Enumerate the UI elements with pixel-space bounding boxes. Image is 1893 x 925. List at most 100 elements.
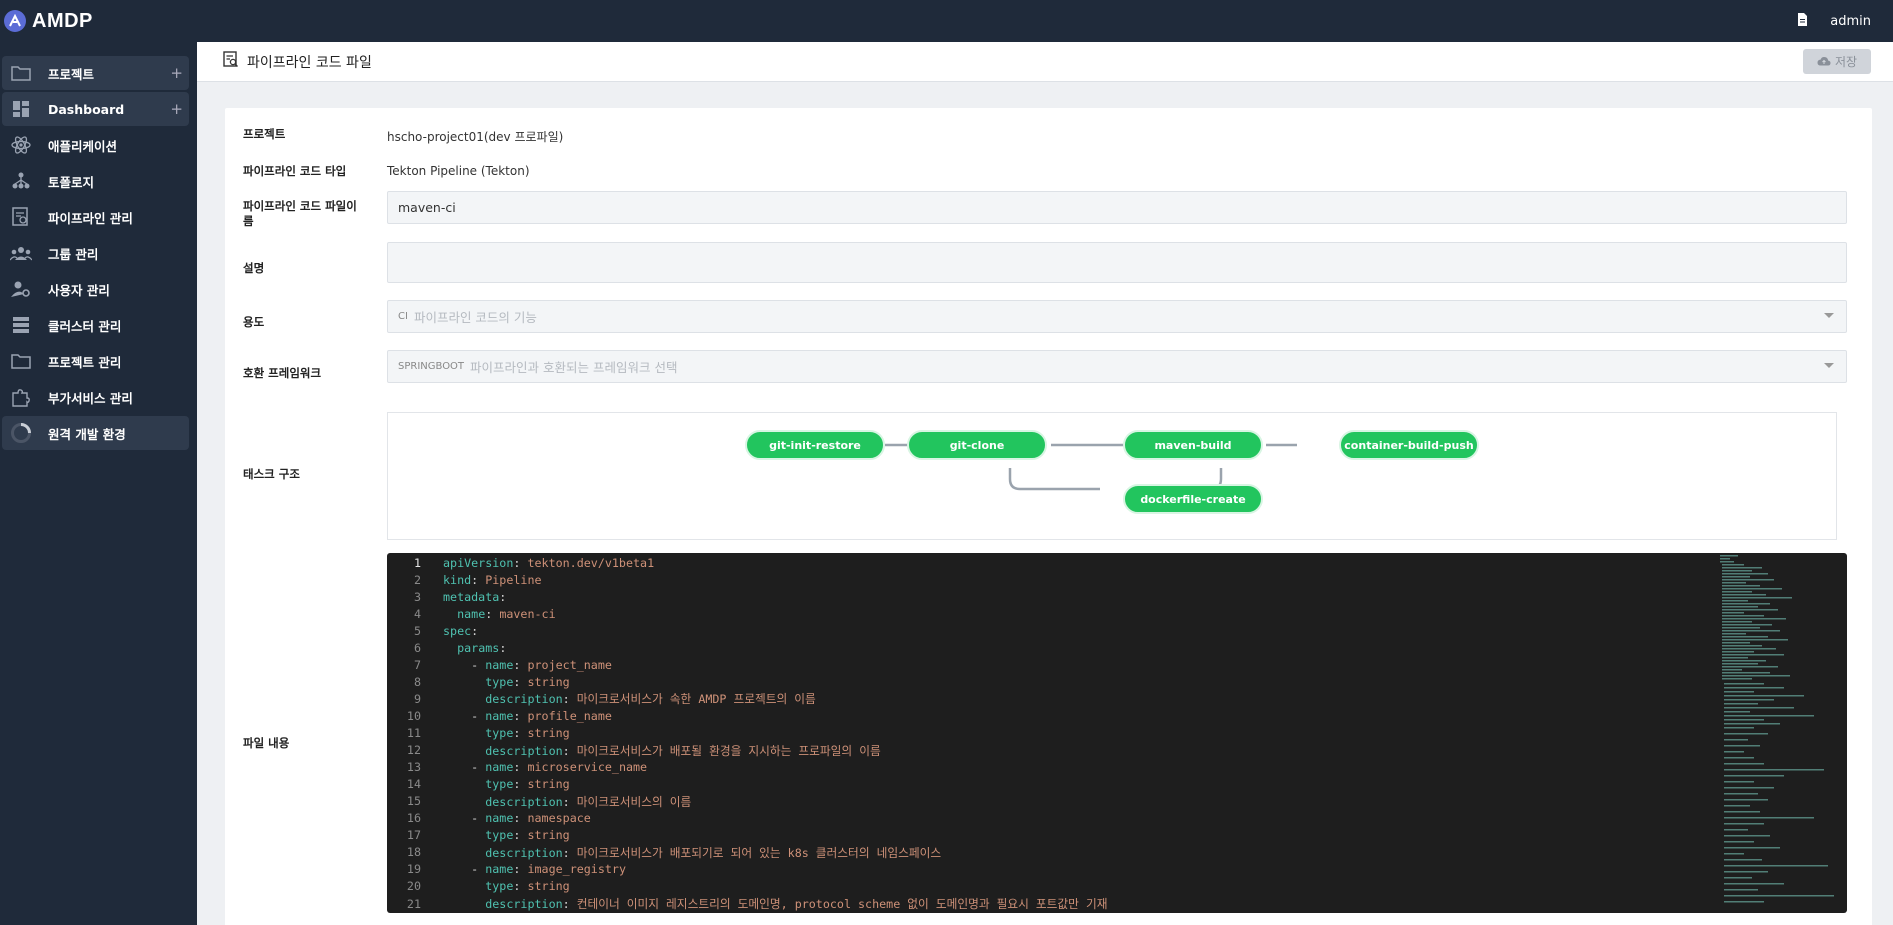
sidebar-item-project[interactable]: 프로젝트 + [2, 56, 189, 90]
yaml-key: name [485, 657, 514, 672]
sidebar-item-label: Dashboard [48, 101, 125, 117]
document-icon[interactable] [1797, 12, 1808, 30]
code-line[interactable]: 7 - name: project_name [387, 656, 1712, 673]
code-text: - name: microservice_name [443, 760, 648, 775]
code-line[interactable]: 14 type: string [387, 776, 1712, 793]
code-type-value: Tekton Pipeline (Tekton) [387, 164, 530, 178]
code-line[interactable]: 12 description: 마이크로서비스가 배포될 환경을 지시하는 프로… [387, 742, 1712, 759]
yaml-value: project_name [527, 657, 612, 672]
framework-select[interactable]: SPRINGBOOT 파이프라인과 호환되는 프레임워크 선택 [387, 350, 1847, 383]
code-line[interactable]: 16 - name: namespace [387, 810, 1712, 827]
line-number: 2 [413, 572, 421, 587]
sidebar-item-addon[interactable]: 부가서비스 관리 [2, 380, 189, 414]
description-label: 설명 [243, 261, 265, 275]
task-node-container-build-push[interactable]: container-build-push [1339, 430, 1479, 460]
sidebar-item-group[interactable]: 그룹 관리 [2, 236, 189, 270]
yaml-key: kind [443, 572, 472, 587]
sidebar-item-label: 애플리케이션 [48, 138, 118, 154]
code-editor[interactable]: 1 apiVersion: tekton.dev/v1beta1 2 kind: Pi… [387, 553, 1847, 913]
sidebar-item-remote-dev[interactable]: 원격 개발 환경 [2, 416, 189, 450]
code-line[interactable]: 6 params: [387, 639, 1712, 656]
usage-label: 용도 [243, 315, 265, 329]
line-number: 20 [406, 879, 421, 894]
code-line[interactable]: 21 description: 컨테이너 이미지 레지스트리의 도메인명, pr… [387, 895, 1712, 912]
code-text: metadata: [443, 589, 514, 604]
folder-icon [10, 62, 32, 84]
yaml-value: namespace [527, 811, 591, 826]
line-number: 5 [413, 623, 421, 638]
code-text: apiVersion: tekton.dev/v1beta1 [443, 555, 655, 570]
description-input[interactable] [387, 242, 1847, 283]
yaml-value: 마이크로서비스의 이름 [576, 794, 692, 809]
task-node-dockerfile-create[interactable]: dockerfile-create [1123, 484, 1263, 514]
file-name-label: 파이프라인 코드 파일이름 [243, 199, 357, 228]
code-line[interactable]: 11 type: string [387, 725, 1712, 742]
line-number: 4 [413, 606, 421, 621]
sidebar-item-user[interactable]: 사용자 관리 [2, 272, 189, 306]
code-line[interactable]: 8 type: string [387, 673, 1712, 690]
sidebar-item-label: 원격 개발 환경 [48, 426, 126, 442]
code-minimap[interactable] [1712, 553, 1847, 913]
code-line[interactable]: 1 apiVersion: tekton.dev/v1beta1 [387, 554, 1712, 571]
code-line[interactable]: 4 name: maven-ci [387, 605, 1712, 622]
line-number: 13 [406, 760, 421, 775]
usage-placeholder: 파이프라인 코드의 기능 [413, 310, 537, 325]
sidebar-item-dashboard[interactable]: Dashboard + [2, 92, 189, 126]
code-line[interactable]: 10 - name: profile_name [387, 707, 1712, 724]
yaml-key: name [485, 862, 514, 877]
user-gear-icon [10, 278, 32, 300]
sidebar-item-project-admin[interactable]: 프로젝트 관리 [2, 344, 189, 378]
yaml-key: spec [443, 623, 472, 638]
code-line[interactable]: 20 type: string [387, 878, 1712, 895]
yaml-value: string [527, 674, 570, 689]
save-button[interactable]: 저장 [1803, 49, 1871, 74]
atom-icon [10, 134, 32, 156]
line-number: 8 [413, 674, 421, 689]
file-name-input[interactable]: maven-ci [387, 191, 1847, 224]
yaml-key: params [457, 640, 500, 655]
task-node-git-init-restore[interactable]: git-init-restore [745, 430, 885, 460]
code-line[interactable]: 9 description: 마이크로서비스가 속한 AMDP 프로젝트의 이름 [387, 690, 1712, 707]
code-line[interactable]: 2 kind: Pipeline [387, 571, 1712, 588]
usage-select[interactable]: CI 파이프라인 코드의 기능 [387, 300, 1847, 333]
code-text: - name: namespace [443, 811, 591, 826]
yaml-key: description [485, 743, 563, 758]
pipeline-file-icon [223, 51, 239, 72]
line-number: 19 [406, 862, 421, 877]
task-node-maven-build[interactable]: maven-build [1123, 430, 1263, 460]
usage-tag: CI [398, 311, 408, 322]
sidebar-item-application[interactable]: 애플리케이션 [2, 128, 189, 162]
code-line[interactable]: 15 description: 마이크로서비스의 이름 [387, 793, 1712, 810]
sidebar-item-topology[interactable]: 토폴로지 [2, 164, 189, 198]
chevron-down-icon [1824, 363, 1834, 368]
sidebar-item-cluster[interactable]: 클러스터 관리 [2, 308, 189, 342]
code-text: - name: image_registry [443, 862, 626, 877]
line-number: 9 [413, 691, 421, 706]
task-structure-label: 태스크 구조 [243, 467, 300, 481]
code-line[interactable]: 3 metadata: [387, 588, 1712, 605]
add-project-button[interactable]: + [170, 64, 183, 82]
code-line[interactable]: 18 description: 마이크로서비스가 배포되기로 되어 있는 k8s… [387, 844, 1712, 861]
pipeline-form-card: 프로젝트 hscho-project01(dev 프로파일) 파이프라인 코드 … [225, 108, 1872, 925]
line-number: 6 [413, 640, 421, 655]
code-line[interactable]: 13 - name: microservice_name [387, 759, 1712, 776]
add-dashboard-button[interactable]: + [170, 100, 183, 118]
user-menu[interactable]: admin [1830, 14, 1871, 29]
sidebar-item-pipeline[interactable]: 파이프라인 관리 [2, 200, 189, 234]
yaml-value: maven-ci [499, 606, 556, 621]
task-node-git-clone[interactable]: git-clone [907, 430, 1047, 460]
code-text: type: string [443, 777, 569, 791]
app-logo[interactable]: AMDP [0, 10, 93, 33]
sidebar-item-label: 프로젝트 관리 [48, 354, 122, 370]
code-line[interactable]: 19 - name: image_registry [387, 861, 1712, 878]
code-text: kind: Pipeline [443, 572, 542, 587]
code-text: type: string [443, 879, 569, 893]
yaml-key: description [485, 794, 563, 809]
code-line[interactable]: 17 type: string [387, 827, 1712, 844]
code-line[interactable]: 5 spec: [387, 622, 1712, 639]
spinner-icon [10, 422, 32, 444]
